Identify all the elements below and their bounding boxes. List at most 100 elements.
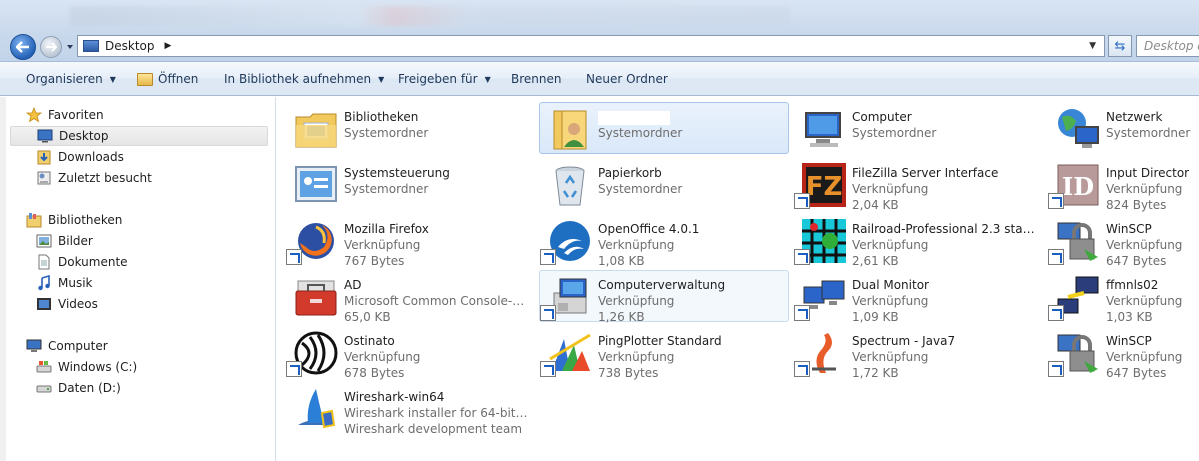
open-button[interactable]: Öffnen [137, 72, 198, 86]
open-label: Öffnen [158, 72, 199, 86]
address-location[interactable]: Desktop [105, 39, 155, 53]
nav-documents-label: Dokumente [58, 255, 128, 269]
item-ffmnls02[interactable]: ffmnls02 Verknüpfung 1,03 KB [1047, 270, 1199, 324]
desktop-icon [37, 128, 53, 144]
network-icon [1058, 109, 1099, 148]
nav-downloads-label: Downloads [58, 150, 124, 164]
nav-libraries[interactable]: Bibliotheken [26, 210, 122, 230]
item-systemsteuerung[interactable]: Systemsteuerung Systemordner [285, 158, 535, 210]
control-panel-icon [295, 166, 337, 202]
nav-documents[interactable]: Dokumente [36, 252, 128, 272]
item-firefox[interactable]: Mozilla Firefox Verknüpfung 767 Bytes [285, 214, 535, 268]
item-bibliotheken[interactable]: Bibliotheken Systemordner [285, 102, 535, 154]
item-name: Bibliotheken [344, 110, 419, 124]
item-spectrum-java7[interactable]: Spectrum - Java7 Verknüpfung 1,72 KB [793, 326, 1043, 380]
item-size: 1,08 KB [598, 254, 645, 268]
item-size: 738 Bytes [598, 366, 659, 380]
organize-menu[interactable]: Organisieren ▼ [26, 72, 116, 86]
nav-computer-label: Computer [48, 339, 108, 353]
user-folder-icon [553, 110, 587, 150]
item-openoffice[interactable]: OpenOffice 4.0.1 Verknüpfung 1,08 KB [539, 214, 789, 268]
item-type: Verknüpfung [598, 350, 675, 364]
item-name: FileZilla Server Interface [852, 166, 999, 180]
recycle-bin-icon [555, 166, 585, 206]
recent-pages-dropdown-icon[interactable] [65, 42, 75, 52]
item-filezilla[interactable]: FZ FileZilla Server Interface Verknüpfung… [793, 158, 1043, 212]
chevron-down-icon: ▼ [109, 74, 116, 84]
nav-recent[interactable]: Zuletzt besucht [36, 168, 152, 188]
item-name: Input Director [1106, 166, 1190, 180]
item-type: Verknüpfung [598, 294, 675, 308]
item-pingplotter[interactable]: PingPlotter Standard Verknüpfung 738 Bytes [539, 326, 789, 380]
item-papierkorb[interactable]: Papierkorb Systemordner [539, 158, 789, 210]
item-computerverwaltung[interactable]: Computerverwaltung Verknüpfung 1,26 KB [539, 270, 789, 324]
item-netzwerk[interactable]: Netzwerk Systemordner [1047, 102, 1199, 154]
nav-drive-c-label: Windows (C:) [58, 360, 138, 374]
forward-button[interactable] [40, 36, 62, 58]
wireshark-installer-icon [298, 389, 336, 429]
item-type: Verknüpfung [852, 294, 929, 308]
nav-desktop[interactable]: Desktop [10, 126, 268, 146]
new-folder-button[interactable]: Neuer Ordner [586, 72, 668, 86]
item-name: Netzwerk [1106, 110, 1163, 124]
item-user-folder[interactable]: Systemordner [539, 102, 789, 154]
nav-downloads[interactable]: Downloads [36, 147, 124, 167]
nav-videos[interactable]: Videos [36, 294, 98, 314]
shortcut-arrow-icon [540, 305, 556, 321]
item-name: Mozilla Firefox [344, 222, 429, 236]
burn-label: Brennen [511, 72, 562, 86]
item-railroad[interactable]: Railroad-Professional 2.3 starten Verknüp… [793, 214, 1043, 268]
libraries-folder-icon [295, 113, 337, 148]
search-input[interactable]: Desktop d [1136, 35, 1199, 57]
nav-videos-label: Videos [58, 297, 98, 311]
shortcut-arrow-icon [794, 249, 810, 265]
shortcut-arrow-icon [1048, 361, 1064, 377]
nav-pane-edge [0, 97, 6, 461]
item-winscp-1[interactable]: WinSCP Verknüpfung 647 Bytes [1047, 214, 1199, 268]
breadcrumb-chevron-icon[interactable]: ▶ [165, 41, 172, 51]
nav-computer[interactable]: Computer [26, 336, 108, 356]
item-type: Verknüpfung [852, 182, 929, 196]
refresh-button[interactable]: ⇆ [1108, 35, 1132, 57]
item-size: 2,61 KB [852, 254, 899, 268]
item-name: OpenOffice 4.0.1 [598, 222, 700, 236]
item-type: Verknüpfung [1106, 294, 1183, 308]
redacted-name [598, 110, 670, 125]
item-name: Ostinato [344, 334, 395, 348]
computer-icon [26, 338, 42, 354]
blurred-title-area [70, 6, 790, 26]
address-dropdown-icon[interactable]: ▼ [1089, 41, 1096, 51]
item-ad[interactable]: AD Microsoft Common Console-Dok... 65,0 KB [285, 270, 535, 324]
item-name: Dual Monitor [852, 278, 929, 292]
nav-favorites[interactable]: Favoriten [26, 105, 104, 125]
nav-music[interactable]: Musik [36, 273, 93, 293]
back-arrow-icon [16, 41, 29, 53]
burn-button[interactable]: Brennen [511, 72, 561, 86]
shortcut-arrow-icon [540, 249, 556, 265]
share-menu[interactable]: Freigeben für ▼ [398, 72, 491, 86]
include-library-menu[interactable]: In Bibliothek aufnehmen ▼ [224, 72, 384, 86]
item-name: Computerverwaltung [598, 278, 726, 292]
item-computer[interactable]: Computer Systemordner [793, 102, 1043, 154]
toolbox-icon [295, 280, 337, 316]
videos-icon [36, 296, 52, 312]
nav-pictures[interactable]: Bilder [36, 231, 93, 251]
redacted-area [22, 400, 252, 461]
shortcut-arrow-icon [286, 361, 302, 377]
item-size: 1,72 KB [852, 366, 899, 380]
nav-drive-d[interactable]: Daten (D:) [36, 378, 121, 398]
item-dual-monitor[interactable]: Dual Monitor Verknüpfung 1,09 KB [793, 270, 1043, 324]
item-wireshark[interactable]: Wireshark-win64 Wireshark installer for 6… [285, 382, 535, 436]
documents-icon [36, 254, 52, 270]
back-button[interactable] [10, 34, 36, 60]
item-winscp-2[interactable]: WinSCP Verknüpfung 647 Bytes [1047, 326, 1199, 380]
item-name: Computer [852, 110, 912, 124]
nav-drive-c[interactable]: Windows (C:) [36, 357, 137, 377]
downloads-folder-icon [36, 149, 52, 165]
item-ostinato[interactable]: Ostinato Verknüpfung 678 Bytes [285, 326, 535, 380]
item-name [598, 109, 784, 125]
item-input-director[interactable]: ID Input Director Verknüpfung 824 Bytes [1047, 158, 1199, 212]
shortcut-arrow-icon [794, 361, 810, 377]
item-name: AD [344, 278, 362, 292]
address-bar[interactable]: Desktop ▶ ▼ [77, 35, 1105, 57]
